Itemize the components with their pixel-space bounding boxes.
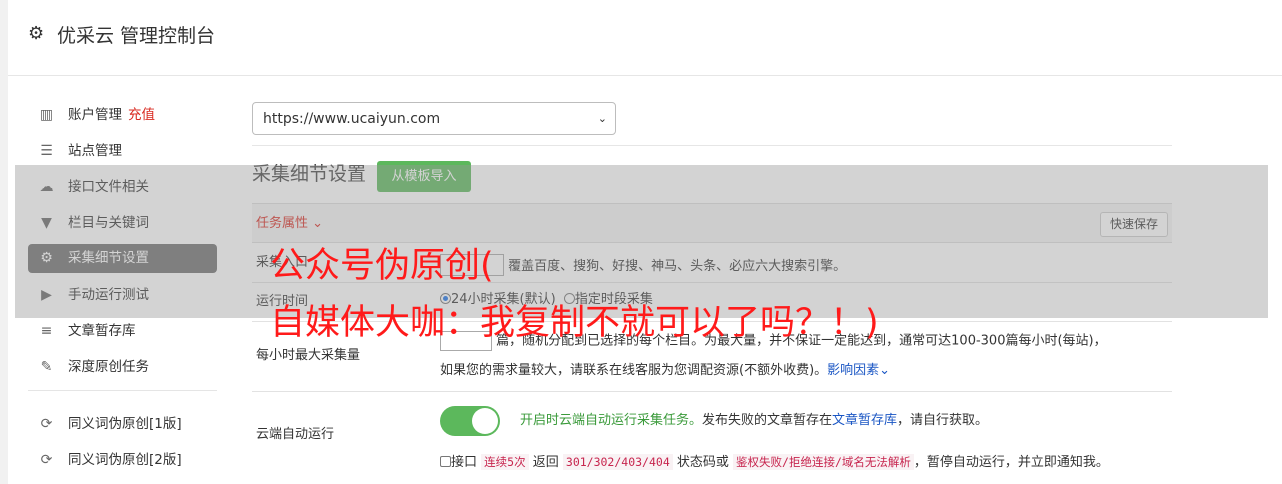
cloud-desc-3: ，请自行获取。 xyxy=(897,413,989,428)
pause-checkbox[interactable] xyxy=(440,456,451,467)
max-desc-line2: 如果您的需求量较大，请联系在线客服为您调配资源(不额外收费)。 xyxy=(440,363,828,378)
sidebar-item-label: 文章暂存库 xyxy=(68,323,136,339)
sidebar-item-label: 同义词伪原创[2版] xyxy=(68,452,182,468)
sidebar-item-label: 深度原创任务 xyxy=(68,359,149,375)
sidebar-item-label: 账户管理 xyxy=(68,107,122,123)
article-store-link[interactable]: 文章暂存库 xyxy=(832,413,897,428)
factors-link[interactable]: 影响因素⌄ xyxy=(827,363,890,378)
pause-text-a: 接口 xyxy=(451,455,478,470)
refresh-icon: ⟳ xyxy=(40,452,53,468)
database-icon: ≡ xyxy=(40,323,53,339)
site-select-value: https://www.ucaiyun.com xyxy=(263,111,441,127)
top-header: ⚙ 优采云 管理控制台 xyxy=(8,0,1282,76)
row-label: 每小时最大采集量 xyxy=(256,348,361,363)
sidebar-item-sites[interactable]: ☰ 站点管理 xyxy=(28,137,217,166)
cloud-auto-run-toggle[interactable] xyxy=(440,406,500,436)
code-status: 301/302/403/404 xyxy=(562,454,673,470)
table-row: 云端自动运行 开启时云端自动运行采集任务。发布失败的文章暂存在文章暂存库，请自行… xyxy=(252,391,1172,479)
toggle-knob xyxy=(472,408,498,434)
server-icon: ☰ xyxy=(40,143,53,159)
code-consecutive: 连续5次 xyxy=(481,454,529,470)
pause-text-b: 返回 xyxy=(532,455,559,470)
code-errors: 鉴权失败/拒绝连接/域名无法解析 xyxy=(733,454,914,470)
chevron-down-icon: ⌄ xyxy=(597,112,607,125)
refresh-icon: ⟳ xyxy=(40,416,53,432)
bar-chart-icon: ▥ xyxy=(39,107,54,123)
pause-text-d: ，暂停自动运行，并立即通知我。 xyxy=(913,455,1109,470)
cloud-desc: 开启时云端自动运行采集任务。发布失败的文章暂存在文章暂存库，请自行获取。 xyxy=(520,412,988,430)
sidebar-item-synonym-v2[interactable]: ⟳ 同义词伪原创[2版] xyxy=(28,446,217,475)
gray-overlay xyxy=(15,165,1268,318)
sidebar-item-deep-original[interactable]: ✎ 深度原创任务 xyxy=(28,353,217,382)
pause-condition: 接口 连续5次 返回 301/302/403/404 状态码或 鉴权失败/拒绝连… xyxy=(440,453,1109,472)
factors-link-label: 影响因素 xyxy=(827,363,880,378)
cloud-desc-2: 发布失败的文章暂存在 xyxy=(702,413,833,428)
divider xyxy=(252,145,1172,146)
watermark-line-1: 公众号伪原创( xyxy=(270,246,494,286)
pause-text-c: 状态码或 xyxy=(676,455,729,470)
row-label: 云端自动运行 xyxy=(256,427,335,442)
site-select[interactable]: https://www.ucaiyun.com ⌄ xyxy=(252,102,616,135)
sidebar-item-synonym-v1[interactable]: ⟳ 同义词伪原创[1版] xyxy=(28,410,217,439)
edit-icon: ✎ xyxy=(40,359,53,375)
recharge-link[interactable]: 充值 xyxy=(128,107,155,123)
gear-icon: ⚙ xyxy=(28,23,45,44)
app-title: 优采云 管理控制台 xyxy=(57,25,216,47)
sidebar-item-label: 同义词伪原创[1版] xyxy=(68,416,182,432)
sidebar-item-account[interactable]: ▥ 账户管理 充值 xyxy=(28,101,217,130)
chevron-down-icon: ⌄ xyxy=(879,363,891,378)
cloud-desc-green: 开启时云端自动运行采集任务。 xyxy=(520,413,703,428)
max-line-2: 如果您的需求量较大，请联系在线客服为您调配资源(不额外收费)。影响因素⌄ xyxy=(440,362,890,380)
watermark-line-2: 自媒体大咖：我复制不就可以了吗？！) xyxy=(270,303,879,343)
sidebar-item-article-store[interactable]: ≡ 文章暂存库 xyxy=(28,317,217,346)
sidebar-divider xyxy=(28,390,217,391)
sidebar-item-label: 站点管理 xyxy=(68,143,122,159)
